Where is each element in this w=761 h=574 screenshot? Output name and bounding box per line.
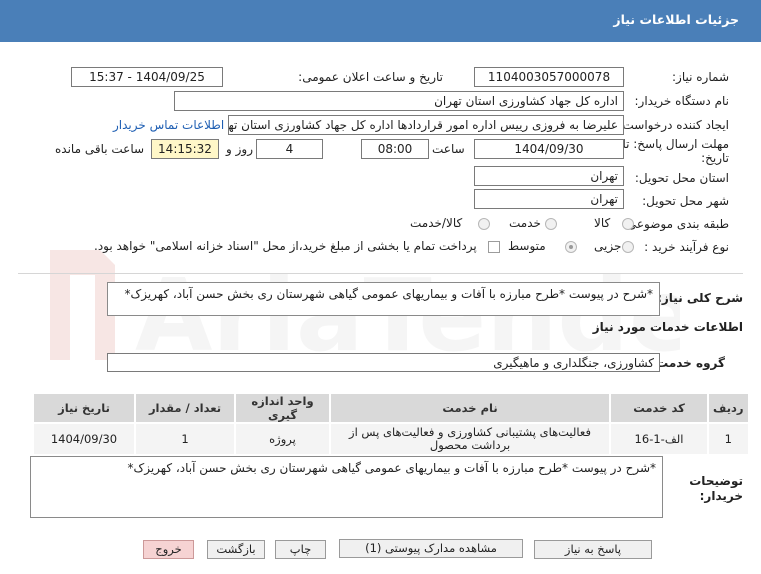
col-name: نام خدمت	[331, 394, 609, 422]
table-row[interactable]: 1 الف-1-16 فعالیت‌های پشتیبانی کشاورزی و…	[34, 424, 748, 454]
services-section-title: اطلاعات خدمات مورد نیاز	[592, 320, 743, 334]
need-number-label: شماره نیاز:	[672, 70, 729, 84]
col-date: تاریخ نیاز	[34, 394, 134, 422]
cell-name: فعالیت‌های پشتیبانی کشاورزی و فعالیت‌های…	[331, 424, 609, 454]
col-code: کد خدمت	[611, 394, 707, 422]
creator-field[interactable]: علیرضا به فروزی رییس اداره امور قرارداده…	[228, 115, 624, 135]
remaining-label: ساعت باقی مانده	[55, 142, 145, 156]
category-option-service: خدمت	[509, 216, 541, 230]
days-remaining-field[interactable]: 4	[256, 139, 323, 159]
days-label: روز و	[226, 142, 253, 156]
process-option-minor: جزیی	[594, 239, 622, 253]
category-radio-goods-service[interactable]	[478, 218, 490, 230]
notes-label-buyer: خریدار:	[699, 489, 743, 503]
category-label: طبقه بندی موضوعی:	[622, 217, 729, 231]
process-label: نوع فرآیند خرید :	[644, 240, 729, 254]
summary-label: شرح کلی نیاز:	[657, 291, 743, 305]
province-field[interactable]: تهران	[474, 166, 624, 186]
category-option-goods: کالا	[594, 216, 611, 230]
service-group-label: گروه خدمت:	[651, 356, 725, 370]
remaining-time-field: 14:15:32	[151, 139, 219, 159]
view-documents-button[interactable]: مشاهده مدارک پیوستی (1)	[339, 539, 523, 558]
need-number-field[interactable]: 1104003057000078	[474, 67, 624, 87]
deadline-date-field[interactable]: 1404/09/30	[474, 139, 624, 159]
print-button[interactable]: چاپ	[275, 540, 326, 559]
exit-button[interactable]: خروج	[143, 540, 194, 559]
services-table: ردیف کد خدمت نام خدمت واحد اندازه گیری ت…	[32, 392, 750, 456]
buyer-org-field[interactable]: اداره کل جهاد کشاورزی استان تهران	[174, 91, 624, 111]
table-header-row: ردیف کد خدمت نام خدمت واحد اندازه گیری ت…	[34, 394, 748, 422]
category-option-goods-service: کالا/خدمت	[410, 216, 463, 230]
announce-field[interactable]: 1404/09/25 - 15:37	[71, 67, 223, 87]
process-radio-minor[interactable]	[622, 241, 634, 253]
cell-date: 1404/09/30	[34, 424, 134, 454]
cell-qty: 1	[136, 424, 234, 454]
cell-row: 1	[709, 424, 748, 454]
col-qty: تعداد / مقدار	[136, 394, 234, 422]
deadline-time-label: ساعت	[432, 142, 465, 156]
section-divider	[18, 273, 743, 274]
buyer-org-label: نام دستگاه خریدار:	[634, 94, 730, 108]
announce-label: تاریخ و ساعت اعلان عمومی:	[298, 70, 443, 84]
notes-textarea[interactable]: *شرح در پیوست *طرح مبارزه با آفات و بیما…	[30, 456, 663, 518]
cell-code: الف-1-16	[611, 424, 707, 454]
city-label: شهر محل تحویل:	[642, 194, 729, 208]
province-label: استان محل تحویل:	[634, 171, 729, 185]
cell-unit: پروژه	[236, 424, 329, 454]
reply-button[interactable]: پاسخ به نیاز	[534, 540, 652, 559]
deadline-label: مهلت ارسال پاسخ: تا	[622, 137, 729, 151]
deadline-label-date: تاریخ:	[701, 151, 729, 165]
col-unit: واحد اندازه گیری	[236, 394, 329, 422]
buyer-contact-link[interactable]: اطلاعات تماس خریدار	[113, 118, 224, 132]
summary-textarea[interactable]: *شرح در پیوست *طرح مبارزه با آفات و بیما…	[107, 282, 660, 316]
process-option-medium: متوسط	[508, 239, 546, 253]
col-row: ردیف	[709, 394, 748, 422]
service-group-field[interactable]: کشاورزی، جنگلداری و ماهیگیری	[107, 353, 660, 372]
page-title: جزئیات اطلاعات نیاز	[613, 12, 739, 27]
back-button[interactable]: بازگشت	[207, 540, 265, 559]
payment-text: پرداخت تمام یا بخشی از مبلغ خرید،از محل …	[94, 239, 477, 253]
notes-label: توضیحات	[689, 474, 743, 488]
services-table-container: ردیف کد خدمت نام خدمت واحد اندازه گیری ت…	[32, 392, 750, 456]
category-radio-goods[interactable]	[622, 218, 634, 230]
process-radio-medium[interactable]	[565, 241, 577, 253]
category-radio-service[interactable]	[545, 218, 557, 230]
payment-checkbox[interactable]	[488, 241, 500, 253]
city-field[interactable]: تهران	[474, 189, 624, 209]
deadline-time-field[interactable]: 08:00	[361, 139, 429, 159]
creator-label: ایجاد کننده درخواست:	[618, 118, 729, 132]
